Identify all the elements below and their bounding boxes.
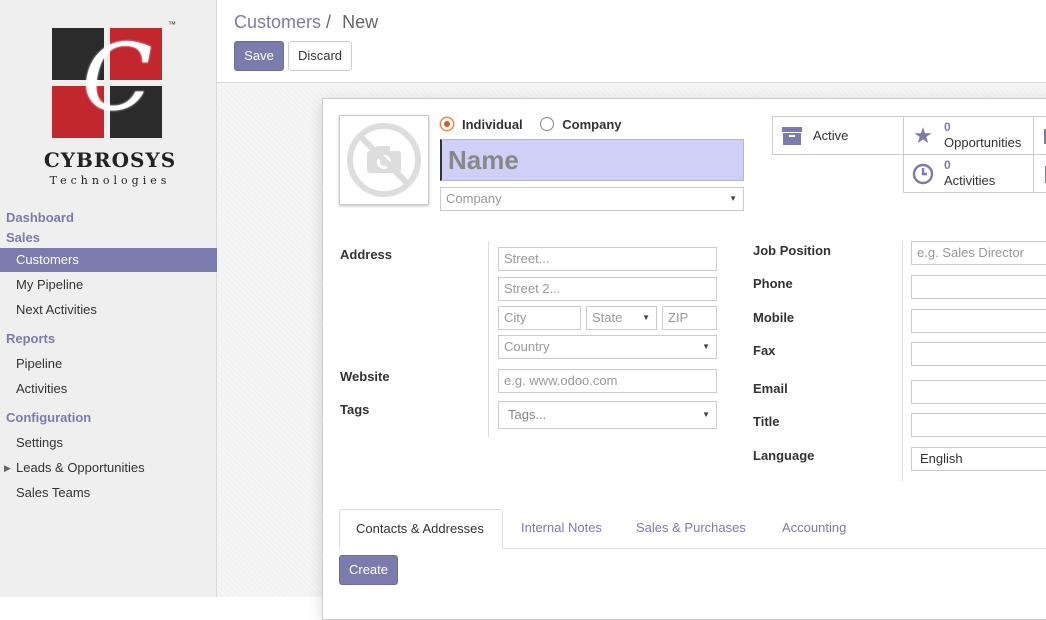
control-panel: Customers / New Save Discard [217, 0, 1046, 83]
sidebar-item-sales-teams[interactable]: Sales Teams [0, 481, 217, 505]
breadcrumb-current: New [342, 12, 379, 32]
form-sheet: Individual Company Name Company ▼ Active… [322, 98, 1046, 620]
state-select[interactable]: State ▼ [586, 306, 657, 330]
active-toggle-button[interactable]: Active [772, 116, 904, 155]
trademark: ™ [168, 20, 176, 29]
website-field[interactable]: e.g. www.odoo.com [498, 369, 717, 393]
country-select[interactable]: Country ▼ [498, 335, 717, 359]
active-label: Active [813, 128, 849, 143]
menu-section-reports: Reports [6, 331, 56, 346]
fax-label: Fax [753, 343, 776, 358]
language-select[interactable]: English [911, 447, 1046, 471]
breadcrumb-separator: / [326, 12, 332, 32]
sidebar-item-my-pipeline[interactable]: My Pipeline [0, 273, 217, 297]
opportunities-label: Opportunities [944, 135, 1022, 150]
brand-logo[interactable]: C ™ CYBROSYS Technologies [40, 18, 180, 193]
email-label: Email [753, 381, 788, 396]
radio-individual[interactable]: Individual [440, 116, 523, 134]
discard-button[interactable]: Discard [288, 41, 352, 71]
language-label: Language [753, 448, 815, 463]
tags-label: Tags [340, 402, 370, 417]
partner-type-radio: Individual Company [440, 116, 636, 134]
archive-icon [781, 125, 803, 147]
job-position-label: Job Position [753, 243, 831, 258]
logo-letter: C [82, 24, 153, 131]
opportunities-count: 0 [944, 120, 951, 134]
activities-button[interactable]: 0 Activities [903, 154, 1034, 193]
tab-internal-notes[interactable]: Internal Notes [505, 509, 618, 549]
sidebar-item-label: Leads & Opportunities [16, 460, 145, 475]
street2-field[interactable]: Street 2... [498, 277, 717, 301]
fax-field[interactable] [911, 342, 1046, 366]
zip-field[interactable]: ZIP [662, 306, 717, 330]
mobile-field[interactable] [911, 309, 1046, 333]
more-stat-button[interactable] [1033, 154, 1046, 193]
chevron-down-icon: ▼ [729, 194, 737, 203]
sidebar-item-customers[interactable]: Customers [0, 248, 217, 272]
job-position-field[interactable]: e.g. Sales Director [911, 241, 1046, 265]
save-button[interactable]: Save [234, 41, 284, 71]
company-select[interactable]: Company ▼ [440, 187, 744, 211]
email-field[interactable] [911, 380, 1046, 404]
sidebar-menu: Dashboard Sales Customers My Pipeline Ne… [0, 208, 217, 506]
radio-selected-icon [440, 117, 454, 131]
chevron-down-icon: ▼ [702, 342, 710, 351]
address-label: Address [340, 247, 393, 262]
title-select[interactable] [911, 413, 1046, 437]
menu-section-dashboard[interactable]: Dashboard [0, 208, 217, 228]
phone-field[interactable] [911, 275, 1046, 299]
clock-icon [912, 163, 934, 185]
menu-section-configuration: Configuration [6, 410, 92, 425]
tab-accounting[interactable]: Accounting [766, 509, 862, 549]
star-icon: ★ [913, 123, 933, 148]
avatar[interactable] [339, 115, 429, 205]
menu-section-sales: Sales [6, 230, 40, 245]
breadcrumb-customers[interactable]: Customers [234, 12, 321, 32]
street-field[interactable]: Street... [498, 247, 717, 271]
state-placeholder: State [592, 310, 623, 325]
phone-label: Phone [753, 276, 793, 291]
tags-select[interactable]: Tags... ▼ [498, 401, 717, 429]
breadcrumb: Customers / New [234, 12, 378, 33]
sidebar-item-leads-opportunities[interactable]: ▶ Leads & Opportunities [0, 456, 217, 480]
radio-company[interactable]: Company [540, 116, 622, 134]
tab-sales-purchases[interactable]: Sales & Purchases [620, 509, 762, 549]
document-icon [1040, 163, 1046, 185]
caret-right-icon: ▶ [4, 463, 11, 473]
mobile-label: Mobile [753, 310, 795, 325]
opportunities-button[interactable]: ★ 0 Opportunities [903, 116, 1034, 155]
chevron-down-icon: ▼ [702, 410, 710, 419]
country-placeholder: Country [504, 339, 550, 354]
tab-contacts-addresses[interactable]: Contacts & Addresses [339, 509, 503, 549]
calendar-icon [1040, 125, 1046, 147]
sidebar-item-pipeline[interactable]: Pipeline [0, 352, 217, 376]
brand-name: CYBROSYS [43, 148, 177, 172]
chevron-down-icon: ▼ [642, 313, 650, 322]
sidebar-item-next-activities[interactable]: Next Activities [0, 298, 217, 322]
radio-label: Company [562, 117, 622, 132]
radio-empty-icon [540, 117, 555, 131]
radio-label: Individual [462, 117, 523, 132]
city-field[interactable]: City [498, 306, 581, 330]
name-input[interactable]: Name [440, 139, 744, 181]
title-label: Title [753, 414, 780, 429]
create-button[interactable]: Create [339, 555, 398, 585]
calendar-button[interactable] [1033, 116, 1046, 155]
no-photo-icon [347, 123, 421, 197]
company-placeholder: Company [446, 191, 502, 206]
tags-placeholder: Tags... [508, 407, 547, 422]
sidebar: C ™ CYBROSYS Technologies Dashboard Sale… [0, 0, 217, 597]
form-view: Individual Company Name Company ▼ Active… [217, 83, 1046, 620]
brand-tagline: Technologies [49, 174, 171, 187]
logo-mark: C [52, 28, 164, 140]
activities-label: Activities [944, 173, 996, 188]
sidebar-item-activities[interactable]: Activities [0, 377, 217, 401]
activities-count: 0 [944, 158, 951, 172]
website-label: Website [340, 369, 390, 384]
sidebar-item-settings[interactable]: Settings [0, 431, 217, 455]
